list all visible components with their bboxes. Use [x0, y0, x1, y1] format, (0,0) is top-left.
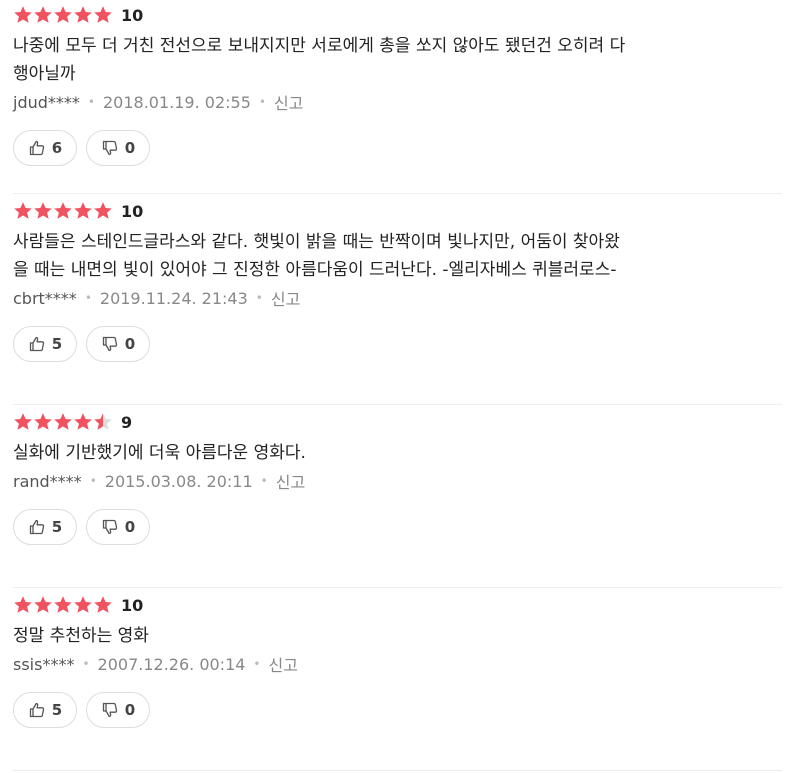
review-date: 2007.12.26. 00:14	[97, 654, 246, 674]
review-author: jdud****	[13, 92, 80, 112]
star-icon	[13, 5, 33, 25]
star-icon	[53, 5, 73, 25]
review-author: rand****	[13, 471, 82, 491]
review-author: ssis****	[13, 654, 75, 674]
separator-dot: •	[260, 474, 268, 488]
star-icon	[73, 201, 93, 221]
star-rating	[13, 595, 113, 615]
star-icon	[53, 412, 73, 432]
review-author: cbrt****	[13, 288, 77, 308]
thumbs-down-icon	[101, 139, 119, 157]
review-list: 10 나중에 모두 더 거친 전선으로 보내지지만 서로에게 총을 쏘지 않아도…	[0, 0, 796, 771]
review-item: 9 실화에 기반했기에 더욱 아름다운 영화다. rand**** • 2015…	[13, 405, 782, 588]
like-count: 5	[51, 518, 63, 536]
report-link[interactable]: 신고	[274, 90, 303, 114]
dislike-button[interactable]: 0	[86, 509, 150, 545]
review-comment-line: 사람들은 스테인드글라스와 같다. 햇빛이 밝을 때는 반짝이며 빛나지만, 어…	[13, 232, 620, 252]
like-count: 5	[51, 701, 63, 719]
vote-row: 5 0	[13, 692, 782, 728]
like-count: 5	[51, 335, 63, 353]
dislike-button[interactable]: 0	[86, 692, 150, 728]
review-comment: 사람들은 스테인드글라스와 같다. 햇빛이 밝을 때는 반짝이며 빛나지만, 어…	[13, 228, 782, 284]
star-rating	[13, 5, 113, 25]
star-icon	[93, 412, 113, 432]
vote-row: 5 0	[13, 326, 782, 362]
thumbs-down-icon	[101, 335, 119, 353]
star-icon	[53, 595, 73, 615]
review-comment: 실화에 기반했기에 더욱 아름다운 영화다.	[13, 439, 782, 467]
review-comment-line: 정말 추천하는 영화	[13, 626, 149, 646]
review-date: 2019.11.24. 21:43	[99, 288, 248, 308]
thumbs-down-icon	[101, 518, 119, 536]
star-rating	[13, 201, 113, 221]
like-button[interactable]: 6	[13, 130, 77, 166]
like-count: 6	[51, 139, 63, 157]
star-icon	[93, 5, 113, 25]
separator-dot: •	[255, 291, 263, 305]
star-icon	[53, 201, 73, 221]
star-icon	[93, 201, 113, 221]
separator-dot: •	[87, 95, 95, 109]
separator-dot: •	[253, 657, 261, 671]
star-rating	[13, 412, 113, 432]
review-comment-line: 행아닐까	[13, 64, 76, 84]
star-icon	[13, 412, 33, 432]
dislike-button[interactable]: 0	[86, 326, 150, 362]
thumbs-down-icon	[101, 701, 119, 719]
dislike-count: 0	[124, 139, 136, 157]
review-meta: cbrt**** • 2019.11.24. 21:43 • 신고	[13, 286, 782, 310]
rating-row: 10	[13, 4, 782, 26]
rating-score: 10	[121, 5, 144, 25]
dislike-count: 0	[124, 518, 136, 536]
review-date: 2015.03.08. 20:11	[104, 471, 253, 491]
review-meta: jdud**** • 2018.01.19. 02:55 • 신고	[13, 90, 782, 114]
review-comment: 정말 추천하는 영화	[13, 622, 782, 650]
review-comment-line: 을 때는 내면의 빛이 있어야 그 진정한 아름다움이 드러난다. -엘리자베스…	[13, 260, 617, 280]
star-icon	[33, 201, 53, 221]
vote-row: 5 0	[13, 509, 782, 545]
like-button[interactable]: 5	[13, 326, 77, 362]
review-item: 10 정말 추천하는 영화 ssis**** • 2007.12.26. 00:…	[13, 588, 782, 771]
rating-row: 10	[13, 200, 782, 222]
rating-score: 10	[121, 595, 144, 615]
separator-dot: •	[82, 657, 90, 671]
star-icon	[33, 595, 53, 615]
dislike-count: 0	[124, 701, 136, 719]
review-item: 10 나중에 모두 더 거친 전선으로 보내지지만 서로에게 총을 쏘지 않아도…	[13, 0, 782, 194]
vote-row: 6 0	[13, 130, 782, 166]
dislike-count: 0	[124, 335, 136, 353]
rating-score: 10	[121, 201, 144, 221]
rating-row: 10	[13, 594, 782, 616]
report-link[interactable]: 신고	[276, 469, 305, 493]
star-icon	[93, 595, 113, 615]
report-link[interactable]: 신고	[271, 286, 300, 310]
report-link[interactable]: 신고	[269, 652, 298, 676]
like-button[interactable]: 5	[13, 509, 77, 545]
review-comment: 나중에 모두 더 거친 전선으로 보내지지만 서로에게 총을 쏘지 않아도 됐던…	[13, 32, 782, 88]
review-item: 10 사람들은 스테인드글라스와 같다. 햇빛이 밝을 때는 반짝이며 빛나지만…	[13, 194, 782, 405]
review-meta: rand**** • 2015.03.08. 20:11 • 신고	[13, 469, 782, 493]
separator-dot: •	[84, 291, 92, 305]
thumbs-up-icon	[28, 139, 46, 157]
dislike-button[interactable]: 0	[86, 130, 150, 166]
review-comment-line: 나중에 모두 더 거친 전선으로 보내지지만 서로에게 총을 쏘지 않아도 됐던…	[13, 36, 626, 56]
star-icon	[73, 595, 93, 615]
star-icon	[13, 201, 33, 221]
review-date: 2018.01.19. 02:55	[102, 92, 251, 112]
rating-row: 9	[13, 411, 782, 433]
star-icon	[73, 5, 93, 25]
review-comment-line: 실화에 기반했기에 더욱 아름다운 영화다.	[13, 443, 306, 463]
review-meta: ssis**** • 2007.12.26. 00:14 • 신고	[13, 652, 782, 676]
rating-score: 9	[121, 412, 133, 432]
thumbs-up-icon	[28, 518, 46, 536]
separator-dot: •	[89, 474, 97, 488]
thumbs-up-icon	[28, 335, 46, 353]
like-button[interactable]: 5	[13, 692, 77, 728]
star-icon	[33, 5, 53, 25]
star-icon	[13, 595, 33, 615]
star-icon	[73, 412, 93, 432]
thumbs-up-icon	[28, 701, 46, 719]
separator-dot: •	[258, 95, 266, 109]
star-icon	[33, 412, 53, 432]
